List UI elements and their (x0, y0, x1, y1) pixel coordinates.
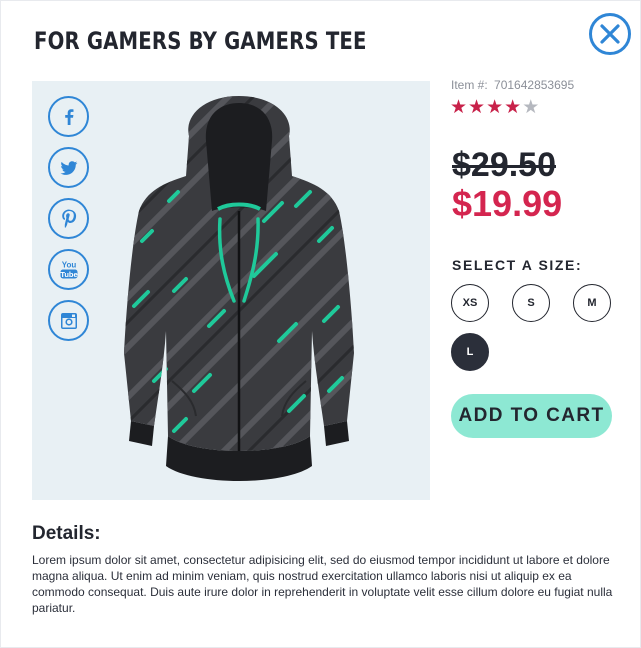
size-option-m[interactable]: M (573, 284, 611, 322)
svg-text:Tube: Tube (60, 270, 77, 279)
twitter-share-button[interactable] (48, 147, 89, 188)
facebook-icon (64, 108, 73, 125)
rating-stars: ★ ★ ★ ★ ★ (450, 97, 539, 117)
star-empty-icon: ★ (522, 96, 540, 118)
hoodie-image (124, 96, 354, 481)
size-option-xs[interactable]: XS (451, 284, 489, 322)
star-filled-icon: ★ (504, 96, 522, 118)
close-button[interactable] (589, 13, 631, 55)
add-to-cart-button[interactable]: ADD TO CART (451, 394, 612, 438)
item-number-value: 701642853695 (494, 78, 575, 92)
pinterest-share-button[interactable] (48, 198, 89, 239)
share-buttons: You Tube (48, 96, 89, 341)
star-filled-icon: ★ (450, 96, 468, 118)
original-price: $29.50 (452, 146, 556, 184)
product-image-panel: You Tube (32, 81, 430, 500)
details-description: Lorem ipsum dolor sit amet, consectetur … (32, 553, 613, 615)
pinterest-icon (61, 209, 76, 228)
youtube-share-button[interactable]: You Tube (48, 249, 89, 290)
size-option-l[interactable]: L (451, 333, 489, 371)
size-option-s[interactable]: S (512, 284, 550, 322)
instagram-share-button[interactable] (48, 300, 89, 341)
instagram-icon (60, 312, 77, 329)
star-filled-icon: ★ (486, 96, 504, 118)
product-title: FOR GAMERS BY GAMERS TEE (34, 27, 367, 55)
youtube-icon: You Tube (60, 260, 77, 279)
size-selector-label: SELECT A SIZE: (452, 257, 583, 273)
item-number-label: Item #: (451, 78, 488, 92)
twitter-icon (60, 160, 77, 175)
item-number: Item #: 701642853695 (451, 78, 574, 92)
close-icon (600, 24, 620, 44)
star-filled-icon: ★ (468, 96, 486, 118)
product-modal: FOR GAMERS BY GAMERS TEE You Tube Item #… (0, 0, 641, 648)
svg-text:You: You (61, 260, 76, 269)
sale-price: $19.99 (452, 183, 563, 224)
facebook-share-button[interactable] (48, 96, 89, 137)
details-heading: Details: (32, 523, 101, 544)
